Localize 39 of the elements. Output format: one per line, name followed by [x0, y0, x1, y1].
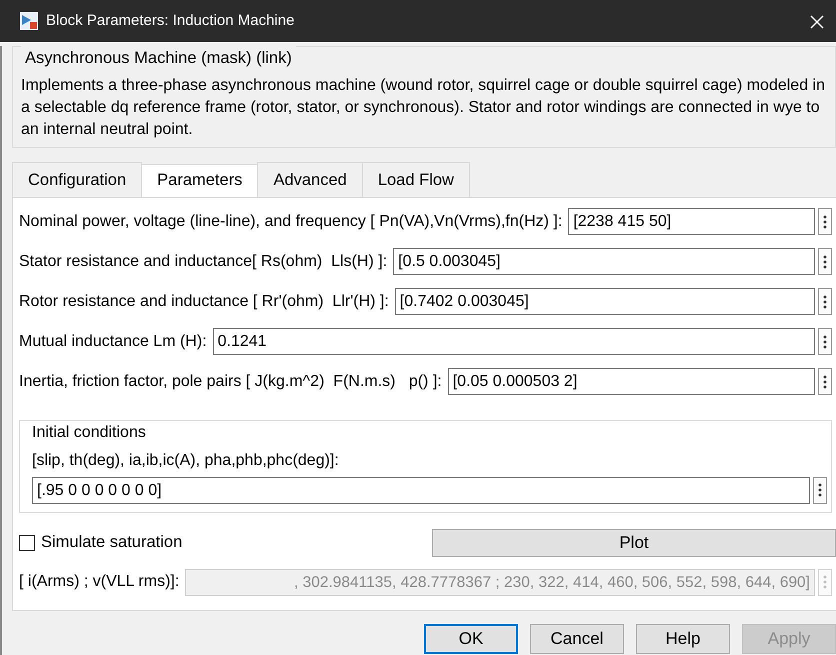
field-label: Nominal power, voltage (line-line), and frequency [ Pn(VA),Vn(Vrms),fn(Hz) ]: [19, 212, 562, 232]
more-icon [823, 254, 827, 269]
input-field[interactable]: [0.05 0.000503 2] [448, 368, 815, 396]
more-icon [823, 214, 827, 229]
app-icon [20, 12, 38, 30]
more-button[interactable] [818, 208, 832, 236]
tab[interactable]: Configuration [12, 162, 142, 197]
more-icon [823, 575, 827, 590]
more-button[interactable] [818, 328, 832, 356]
input-field[interactable]: [2238 415 50] [568, 208, 815, 236]
tab[interactable]: Load Flow [362, 162, 470, 197]
tab[interactable]: Parameters [141, 164, 258, 197]
more-button[interactable] [818, 248, 832, 276]
more-button[interactable] [818, 288, 832, 316]
window-title: Block Parameters: Induction Machine [46, 10, 296, 31]
checkbox[interactable] [19, 534, 35, 551]
more-icon [818, 483, 822, 498]
field-label: [slip, th(deg), ia,ib,ic(A), pha,phb,phc(deg)]: [32, 450, 340, 471]
input-field[interactable]: [.95 0 0 0 0 0 0 0] [32, 476, 810, 504]
more-icon [823, 334, 827, 349]
field-label: Rotor resistance and inductance [ Rr'(ohm) Llr'(H) ]: [19, 292, 389, 312]
dialog-button[interactable]: OK [424, 624, 518, 654]
mask-description: Implements a three-phase asynchronous machine (wound rotor, squirrel cage or double squirrel cage) modeled in a selectable dq reference frame (rotor, stator, or synchronous). Stator and rotor windings are connected in wye to an internal neutral point. [21, 76, 826, 140]
dialog-button[interactable]: Cancel [530, 624, 624, 654]
field-label: Stator resistance and inductance[ Rs(ohm) Lls(H) ]: [19, 252, 388, 272]
dialog-button[interactable]: Help [636, 624, 730, 654]
input-field[interactable]: [0.5 0.003045] [393, 248, 815, 276]
more-icon [823, 294, 827, 309]
field-label: [ i(Arms) ; v(VLL rms)]: [19, 572, 180, 592]
more-button[interactable] [818, 368, 832, 396]
more-icon [823, 374, 827, 389]
field-label: Mutual inductance Lm (H): [19, 332, 207, 352]
close-icon [810, 15, 824, 30]
input-field[interactable]: [0.7402 0.003045] [394, 288, 815, 316]
more-button[interactable] [813, 476, 827, 504]
input-field[interactable]: 0.1241 [212, 328, 815, 356]
plot-button[interactable]: Plot [432, 528, 836, 557]
checkbox-label: Simulate saturation [41, 532, 182, 554]
field-label: Inertia, friction factor, pole pairs [ J(kg.m^2) F(N.m.s) p() ]: [19, 372, 442, 392]
